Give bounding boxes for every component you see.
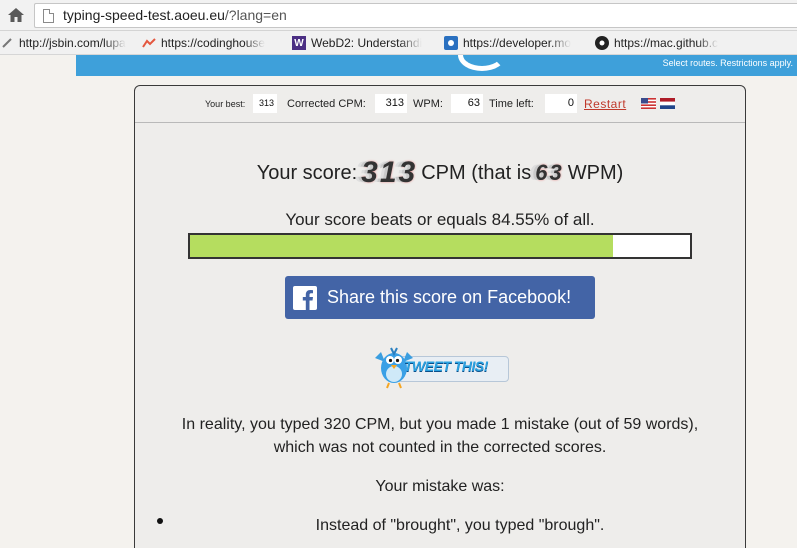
score-cpm-number: 313: [361, 156, 418, 189]
percentile-text: Your score beats or equals 84.55% of all…: [285, 210, 595, 229]
page-icon: [43, 9, 54, 23]
codinghouse-icon: [142, 36, 156, 50]
bookmark-developer[interactable]: https://developer.mo: [444, 35, 580, 51]
wpm-value: 63: [451, 94, 483, 113]
score-middle: CPM (that is: [421, 162, 532, 184]
time-left-value: 0: [545, 94, 577, 113]
restart-link[interactable]: Restart: [584, 97, 626, 111]
facebook-share-button[interactable]: Share this score on Facebook!: [285, 276, 595, 319]
summary-text: In reality, you typed 320 CPM, but you m…: [135, 413, 745, 459]
wpm-label: WPM:: [413, 98, 443, 110]
url-path: /?lang=en: [224, 7, 287, 23]
facebook-share-label: Share this score on Facebook!: [327, 287, 572, 307]
result-panel: Your best: 313 Corrected CPM: 313 WPM: 6…: [134, 85, 746, 548]
bookmark-label: WebD2: Understandi: [311, 36, 423, 50]
stats-bar: Your best: 313 Corrected CPM: 313 WPM: 6…: [135, 86, 745, 123]
bookmark-webd2[interactable]: W WebD2: Understandi: [292, 35, 428, 51]
bookmark-jsbin[interactable]: http://jsbin.com/lupa: [0, 35, 128, 51]
mistake-item: Instead of "brought", you typed "brough"…: [315, 517, 605, 534]
url-host: typing-speed-test.aoeu.eu: [63, 7, 225, 23]
url-field[interactable]: typing-speed-test.aoeu.eu/?lang=en: [34, 3, 797, 28]
bookmark-codinghouse[interactable]: https://codinghouse: [142, 35, 276, 51]
facebook-icon: [293, 285, 317, 310]
score-prefix: Your score:: [256, 162, 358, 184]
percentile-bar: [188, 233, 692, 259]
banner-logo: [458, 55, 506, 71]
score-wpm-number: 63: [535, 160, 564, 185]
summary-line-2: which was not counted in the corrected s…: [273, 439, 607, 456]
ad-banner[interactable]: Select routes. Restrictions apply.: [76, 55, 797, 76]
jsbin-icon: [0, 36, 14, 50]
address-bar: typing-speed-test.aoeu.eu/?lang=en: [0, 0, 797, 31]
best-value: 313: [253, 94, 277, 113]
best-label: Your best:: [205, 99, 246, 109]
mistake-title: Your mistake was:: [375, 478, 505, 495]
score-suffix: WPM): [567, 162, 624, 184]
tweet-label: TWEET THIS!: [404, 358, 488, 374]
summary-line-1: In reality, you typed 320 CPM, but you m…: [181, 416, 699, 433]
github-icon: [595, 36, 609, 50]
bookmark-github[interactable]: https://mac.github.c: [595, 35, 731, 51]
url-text: typing-speed-test.aoeu.eu/?lang=en: [63, 7, 287, 23]
bookmark-label: http://jsbin.com/lupa: [19, 36, 126, 50]
bookmark-label: https://mac.github.c: [614, 36, 719, 50]
nl-flag-icon[interactable]: [660, 96, 675, 109]
bookmark-label: https://codinghouse: [161, 36, 266, 50]
percentile-bar-fill: [190, 235, 613, 257]
cpm-value: 313: [375, 94, 407, 113]
cpm-label: Corrected CPM:: [287, 98, 366, 110]
time-left-label: Time left:: [489, 98, 534, 110]
home-icon[interactable]: [6, 6, 26, 24]
bookmarks-bar: http://jsbin.com/lupa https://codinghous…: [0, 31, 797, 55]
tweet-button[interactable]: TWEET THIS!: [371, 336, 511, 392]
us-flag-icon[interactable]: [641, 96, 656, 109]
bookmark-label: https://developer.mo: [463, 36, 572, 50]
score-line: Your score: 313 CPM (that is 63 WPM): [135, 156, 745, 190]
developer-icon: [444, 36, 458, 50]
banner-text: Select routes. Restrictions apply.: [662, 58, 793, 68]
uw-icon: W: [292, 36, 306, 50]
